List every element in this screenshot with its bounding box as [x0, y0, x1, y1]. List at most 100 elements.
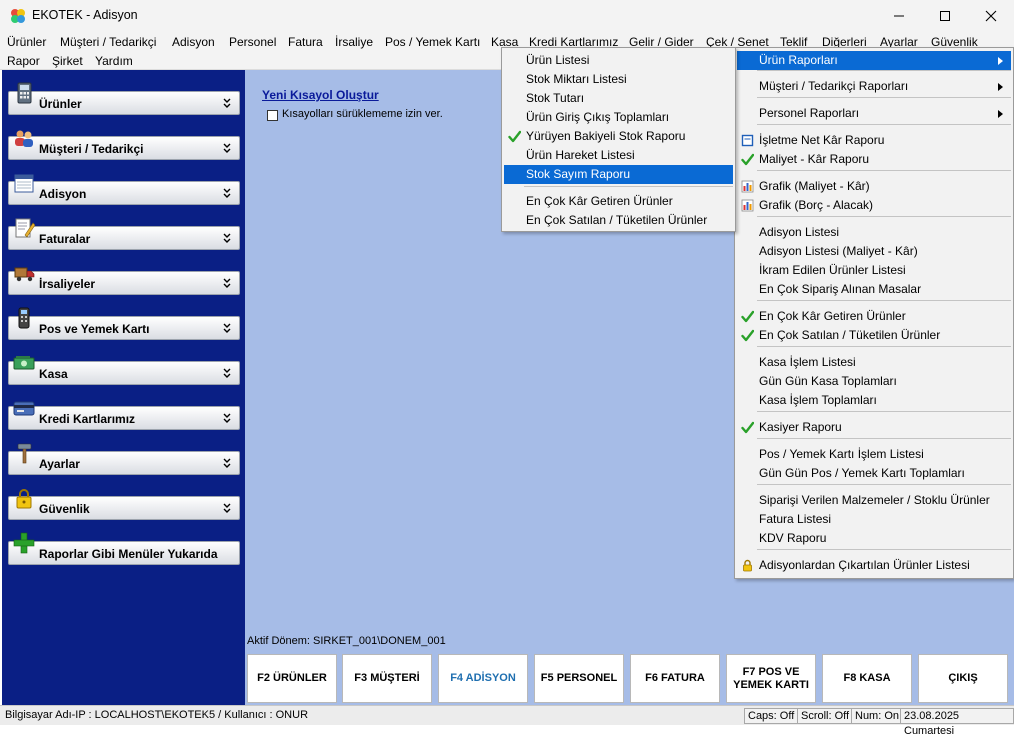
- rapor-menu: Ürün Raporları Müşteri / Tedarikçi Raporl…: [734, 47, 1014, 579]
- status-scroll: Scroll: Off: [797, 708, 854, 724]
- sidebar-item-musteri-tedarikci[interactable]: Müşteri / Tedarikçi: [8, 130, 240, 160]
- fkey-f3-musteri[interactable]: F3 MÜŞTERİ: [342, 654, 432, 703]
- chevron-double-down-icon[interactable]: [222, 185, 232, 201]
- check-icon: [741, 310, 754, 323]
- new-shortcut-link[interactable]: Yeni Kısayol Oluştur: [262, 88, 379, 102]
- menu-item-label: Ürün Listesi: [526, 53, 590, 67]
- menu-item-label: Ürün Giriş Çıkış Toplamları: [526, 110, 670, 124]
- sidebar-item-label: Ayarlar: [39, 457, 80, 471]
- urun-menu-item-stok-tutari[interactable]: Stok Tutarı: [504, 89, 733, 108]
- rapor-menu-item-kasa-i-slem-toplamlari[interactable]: Kasa İşlem Toplamları: [737, 391, 1011, 410]
- menu-separator: [757, 70, 1011, 71]
- rapor-menu-item-kasa-i-slem-listesi[interactable]: Kasa İşlem Listesi: [737, 353, 1011, 372]
- rapor-menu-item-en-cok-satilan-tuketilen-urunler[interactable]: En Çok Satılan / Tüketilen Ürünler: [737, 326, 1011, 345]
- rapor-menu-item-grafik-maliyet-k-r[interactable]: Grafik (Maliyet - Kâr): [737, 177, 1011, 196]
- urun-menu-item-en-cok-satilan-tuketilen-urunler[interactable]: En Çok Satılan / Tüketilen Ürünler: [504, 211, 733, 230]
- sidebar-item-ayarlar[interactable]: Ayarlar: [8, 443, 240, 475]
- fkey-f7-pos-ve-yemek-karti[interactable]: F7 POS VE YEMEK KARTI: [726, 654, 816, 703]
- sidebar-item-raporlar-gibi-menuler-yukarida[interactable]: Raporlar Gibi Menüler Yukarıda: [8, 532, 240, 565]
- status-bar: Bilgisayar Adı-IP : LOCALHOST\EKOTEK5 / …: [0, 705, 1014, 737]
- rapor-menu-item-fatura-listesi[interactable]: Fatura Listesi: [737, 510, 1011, 529]
- menu-fatura[interactable]: Fatura: [286, 33, 325, 51]
- users-icon: [15, 130, 33, 147]
- menu-pos-yemek-karti[interactable]: Pos / Yemek Kartı: [383, 33, 482, 51]
- rapor-menu-item-musteri-tedarikci-raporlari[interactable]: Müşteri / Tedarikçi Raporları: [737, 77, 1011, 96]
- menu-yardim[interactable]: Yardım: [93, 52, 135, 70]
- menu-rapor[interactable]: Rapor: [5, 52, 42, 70]
- check-icon: [741, 329, 754, 342]
- urun-raporlari-submenu: Ürün Listesi Stok Miktarı Listesi Stok Tut…: [501, 47, 736, 232]
- menu-urunler[interactable]: Ürünler: [5, 33, 48, 51]
- sidebar-item-label: İrsaliyeler: [39, 277, 96, 291]
- maximize-button[interactable]: [922, 0, 968, 31]
- rapor-menu-item-pos-yemek-karti-i-slem-listesi[interactable]: Pos / Yemek Kartı İşlem Listesi: [737, 445, 1011, 464]
- rapor-menu-item-urun-raporlari[interactable]: Ürün Raporları: [737, 51, 1011, 70]
- fkey-f6-fatura[interactable]: F6 FATURA: [630, 654, 720, 703]
- chevron-double-down-icon[interactable]: [222, 410, 232, 426]
- rapor-menu-item-gun-gun-pos-yemek-karti-toplamlari[interactable]: Gün Gün Pos / Yemek Kartı Toplamları: [737, 464, 1011, 483]
- close-button[interactable]: [968, 0, 1014, 31]
- rapor-menu-item-gun-gun-kasa-toplamlari[interactable]: Gün Gün Kasa Toplamları: [737, 372, 1011, 391]
- rapor-menu-item-personel-raporlari[interactable]: Personel Raporları: [737, 104, 1011, 123]
- urun-menu-item-en-cok-k-r-getiren-urunler[interactable]: En Çok Kâr Getiren Ürünler: [504, 192, 733, 211]
- sidebar-item-label: Pos ve Yemek Kartı: [39, 322, 150, 336]
- rapor-menu-item-i-sletme-net-k-r-raporu[interactable]: İşletme Net Kâr Raporu: [737, 131, 1011, 150]
- sidebar-item-adisyon[interactable]: Adisyon: [8, 174, 240, 205]
- menu-sirket[interactable]: Şirket: [50, 52, 85, 70]
- sidebar-item-kasa[interactable]: Kasa: [8, 356, 240, 385]
- chevron-double-down-icon[interactable]: [222, 365, 232, 381]
- fkey-cikis[interactable]: ÇIKIŞ: [918, 654, 1008, 703]
- menu-item-label: Gün Gün Kasa Toplamları: [759, 374, 897, 388]
- chevron-double-down-icon[interactable]: [222, 95, 232, 111]
- chevron-double-down-icon[interactable]: [222, 140, 232, 156]
- minimize-button[interactable]: [876, 0, 922, 31]
- urun-menu-item-stok-miktari-listesi[interactable]: Stok Miktarı Listesi: [504, 70, 733, 89]
- chevron-double-down-icon[interactable]: [222, 455, 232, 471]
- menu-item-label: Müşteri / Tedarikçi Raporları: [759, 79, 909, 93]
- fkey-f8-kasa[interactable]: F8 KASA: [822, 654, 912, 703]
- bar-chart-icon: [741, 199, 754, 212]
- sidebar-item-i-rsaliyeler[interactable]: İrsaliyeler: [8, 267, 240, 295]
- menu-adisyon[interactable]: Adisyon: [170, 33, 217, 51]
- urun-menu-item-urun-hareket-listesi[interactable]: Ürün Hareket Listesi: [504, 146, 733, 165]
- rapor-menu-item-adisyonlardan-cikartilan-urunler-listesi[interactable]: Adisyonlardan Çıkartılan Ürünler Listesi: [737, 556, 1011, 575]
- rapor-menu-item-kdv-raporu[interactable]: KDV Raporu: [737, 529, 1011, 548]
- sidebar-item-urunler[interactable]: Ürünler: [8, 82, 240, 115]
- sidebar-item-kredi-kartlarimiz[interactable]: Kredi Kartlarımız: [8, 401, 240, 430]
- sidebar-item-faturalar[interactable]: Faturalar: [8, 218, 240, 250]
- rapor-menu-item-adisyon-listesi[interactable]: Adisyon Listesi: [737, 223, 1011, 242]
- sidebar-item-pos-ve-yemek-karti[interactable]: Pos ve Yemek Kartı: [8, 307, 240, 340]
- rapor-menu-item-en-cok-k-r-getiren-urunler[interactable]: En Çok Kâr Getiren Ürünler: [737, 307, 1011, 326]
- rapor-menu-item-maliyet-k-r-raporu[interactable]: Maliyet - Kâr Raporu: [737, 150, 1011, 169]
- report-icon: [741, 134, 754, 147]
- menu-item-label: Stok Sayım Raporu: [526, 167, 631, 181]
- rapor-menu-item-grafik-borc-alacak[interactable]: Grafik (Borç - Alacak): [737, 196, 1011, 215]
- chevron-double-down-icon[interactable]: [222, 500, 232, 516]
- chevron-double-down-icon[interactable]: [222, 230, 232, 246]
- fkey-f5-personel[interactable]: F5 PERSONEL: [534, 654, 624, 703]
- rapor-menu-item-kasiyer-raporu[interactable]: Kasiyer Raporu: [737, 418, 1011, 437]
- urun-menu-item-urun-listesi[interactable]: Ürün Listesi: [504, 51, 733, 70]
- menu-personel[interactable]: Personel: [227, 33, 278, 51]
- rapor-menu-item-adisyon-listesi-maliyet-k-r[interactable]: Adisyon Listesi (Maliyet - Kâr): [737, 242, 1011, 261]
- truck-icon: [14, 267, 35, 282]
- rapor-menu-item-i-kram-edilen-urunler-listesi[interactable]: İkram Edilen Ürünler Listesi: [737, 261, 1011, 280]
- fkey-f4-adi-syon[interactable]: F4 ADİSYON: [438, 654, 528, 703]
- chevron-double-down-icon[interactable]: [222, 275, 232, 291]
- menu-musteri-tedarikci[interactable]: Müşteri / Tedarikçi: [58, 33, 158, 51]
- urun-menu-item-urun-giris-cikis-toplamlari[interactable]: Ürün Giriş Çıkış Toplamları: [504, 108, 733, 127]
- fkey-f2-urunler[interactable]: F2 ÜRÜNLER: [247, 654, 337, 703]
- rapor-menu-item-en-cok-siparis-alinan-masalar[interactable]: En Çok Sipariş Alınan Masalar: [737, 280, 1011, 299]
- chevron-double-down-icon[interactable]: [222, 320, 232, 336]
- menu-i-rsaliye[interactable]: İrsaliye: [333, 33, 375, 51]
- menu-item-label: Grafik (Maliyet - Kâr): [759, 179, 870, 193]
- urun-menu-item-yuruyen-bakiyeli-stok-raporu[interactable]: Yürüyen Bakiyeli Stok Raporu: [504, 127, 733, 146]
- urun-menu-item-stok-sayim-raporu[interactable]: Stok Sayım Raporu: [504, 165, 733, 184]
- menu-item-label: Kasa İşlem Toplamları: [759, 393, 877, 407]
- menu-item-label: Kasiyer Raporu: [759, 420, 842, 434]
- sidebar-item-guvenlik[interactable]: Güvenlik: [8, 489, 240, 520]
- menu-item-label: Stok Miktarı Listesi: [526, 72, 627, 86]
- drag-shortcuts-checkbox[interactable]: [267, 110, 278, 121]
- title-bar: EKOTEK - Adisyon: [0, 0, 1014, 31]
- rapor-menu-item-siparisi-verilen-malzemeler-stoklu-urunler[interactable]: Siparişi Verilen Malzemeler / Stoklu Ürü…: [737, 491, 1011, 510]
